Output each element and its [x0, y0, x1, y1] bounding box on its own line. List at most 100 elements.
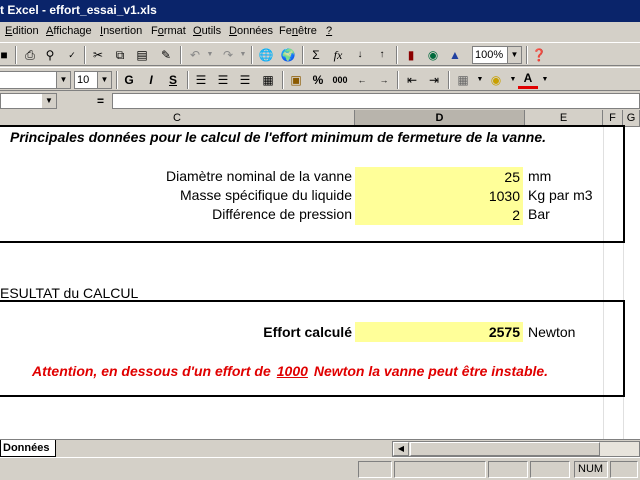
map-icon[interactable]: ◉: [423, 46, 443, 64]
menu-outils[interactable]: Outils: [193, 25, 221, 37]
toolbar-separator: [84, 46, 86, 64]
status-panel: [394, 461, 486, 478]
paste-icon[interactable]: ▤: [132, 46, 152, 64]
menu-fenetre[interactable]: Fenêtre: [279, 25, 317, 37]
input-label: Masse spécifique du liquide: [180, 187, 352, 203]
menu-donnees-post: onnées: [236, 25, 274, 37]
save-icon[interactable]: ■: [0, 46, 14, 64]
sheet-tab-donnees[interactable]: Données: [0, 440, 56, 457]
scroll-left-icon[interactable]: ◀: [393, 442, 409, 456]
menu-donnees[interactable]: Données: [229, 25, 273, 37]
warning-text-after: Newton la vanne peut être instable.: [313, 363, 549, 379]
toolbar-separator: [116, 71, 118, 89]
bold-button[interactable]: G: [119, 71, 139, 89]
cut-icon[interactable]: ✂: [88, 46, 108, 64]
menu-fenetre-pre: Fe: [279, 25, 292, 37]
menu-insertion[interactable]: Insertion: [100, 25, 142, 37]
toolbar-separator: [15, 46, 17, 64]
print-icon[interactable]: ⎙: [20, 46, 40, 64]
italic-button[interactable]: I: [141, 71, 161, 89]
toolbar-separator: [282, 71, 284, 89]
thousands-button[interactable]: 000: [330, 71, 350, 89]
font-size-value: 10: [77, 74, 90, 86]
function-icon[interactable]: fx: [328, 46, 348, 64]
percent-button[interactable]: %: [308, 71, 328, 89]
office-assistant-icon[interactable]: ❓: [529, 46, 549, 64]
name-box[interactable]: ▼: [0, 93, 57, 109]
hyperlink-icon[interactable]: 🌐: [256, 46, 276, 64]
menu-format-post: rmat: [163, 25, 186, 37]
menu-affichage[interactable]: Affichage: [46, 25, 92, 37]
warning-text-before: Attention, en dessous d'un effort de: [32, 363, 271, 379]
result-unit: Newton: [528, 324, 576, 340]
toolbar-separator: [187, 71, 189, 89]
result-section-title: ESULTAT du CALCUL: [0, 285, 139, 301]
toolbar-separator: [251, 46, 253, 64]
input-value-cell[interactable]: 25: [355, 167, 523, 187]
drawing-icon[interactable]: ▲: [445, 46, 465, 64]
chevron-down-icon[interactable]: ▼: [56, 72, 70, 88]
print-preview-icon[interactable]: ⚲: [40, 46, 60, 64]
autosum-icon[interactable]: Σ: [306, 46, 326, 64]
increase-indent-icon[interactable]: ⇥: [424, 71, 444, 89]
increase-decimal-icon[interactable]: ←: [352, 71, 372, 89]
menu-outils-post: utils: [201, 25, 222, 37]
merge-center-icon[interactable]: ▦: [258, 71, 278, 89]
warning-message: Attention, en dessous d'un effort de 1000…: [32, 363, 548, 379]
align-right-icon[interactable]: ☰: [235, 71, 255, 89]
chevron-down-icon[interactable]: ▼: [507, 47, 521, 63]
toolbar-separator: [180, 46, 182, 64]
formula-equals[interactable]: =: [97, 94, 104, 108]
chart-wizard-icon[interactable]: ▮: [401, 46, 421, 64]
menu-edition-post: dition: [12, 25, 39, 37]
input-unit: Kg par m3: [528, 187, 593, 203]
currency-icon[interactable]: ▣: [286, 71, 306, 89]
underline-button[interactable]: S: [163, 71, 183, 89]
web-toolbar-icon[interactable]: 🌍: [278, 46, 298, 64]
copy-icon[interactable]: ⧉: [110, 46, 130, 64]
worksheet[interactable]: Principales données pour le calcul de l'…: [0, 125, 640, 439]
result-label: Effort calculé: [263, 324, 352, 340]
toolbar-separator: [302, 46, 304, 64]
column-header-g[interactable]: G: [623, 110, 640, 127]
menu-edition[interactable]: Edition: [5, 25, 39, 37]
input-value-cell[interactable]: 1030: [355, 186, 523, 206]
zoom-value: 100%: [475, 49, 504, 61]
align-left-icon[interactable]: ☰: [191, 71, 211, 89]
input-unit: Bar: [528, 206, 550, 222]
scroll-thumb[interactable]: [410, 442, 600, 456]
menu-format-pre: F: [151, 25, 158, 37]
undo-dropdown-icon[interactable]: ▼: [200, 46, 220, 64]
redo-dropdown-icon[interactable]: ▼: [233, 46, 253, 64]
status-bar: NUM: [0, 457, 640, 480]
menu-help[interactable]: ?: [326, 25, 332, 37]
standard-toolbar: ■ ⎙ ⚲ ✓ ✂ ⧉ ▤ ✎ ↶ ▼ ↷ ▼ 🌐 🌍 Σ fx ↓ ↑ ▮ ◉…: [0, 42, 640, 66]
zoom-select[interactable]: 100% ▼: [472, 46, 522, 64]
horizontal-scrollbar[interactable]: ◀: [392, 441, 640, 457]
formula-bar: ▼ =: [0, 92, 640, 110]
menu-fenetre-post: être: [297, 25, 317, 37]
font-name-select[interactable]: ▼: [0, 71, 71, 89]
sheet-heading: Principales données pour le calcul de l'…: [10, 129, 546, 145]
decrease-decimal-icon[interactable]: →: [374, 71, 394, 89]
formula-input[interactable]: [112, 93, 640, 109]
input-value-cell[interactable]: 2: [355, 205, 523, 225]
result-value-cell[interactable]: 2575: [355, 322, 523, 342]
chevron-down-icon[interactable]: ▼: [97, 72, 111, 88]
font-size-select[interactable]: 10 ▼: [74, 71, 112, 89]
menu-bar: Edition Affichage Insertion Format Outil…: [0, 22, 640, 42]
sort-ascending-icon[interactable]: ↓: [350, 46, 370, 64]
toolbar-separator: [448, 71, 450, 89]
align-center-icon[interactable]: ☰: [213, 71, 233, 89]
formatting-toolbar: ▼ 10 ▼ G I S ☰ ☰ ☰ ▦ ▣ % 000 ← → ⇤ ⇥ ▦ ▼…: [0, 67, 640, 91]
sort-descending-icon[interactable]: ↑: [372, 46, 392, 64]
spellcheck-icon[interactable]: ✓: [62, 46, 82, 64]
warning-threshold: 1000: [276, 363, 308, 379]
font-color-dropdown-icon[interactable]: ▼: [535, 71, 555, 89]
format-painter-icon[interactable]: ✎: [156, 46, 176, 64]
chevron-down-icon[interactable]: ▼: [42, 94, 56, 108]
input-label: Différence de pression: [212, 206, 352, 222]
decrease-indent-icon[interactable]: ⇤: [402, 71, 422, 89]
input-label: Diamètre nominal de la vanne: [166, 168, 352, 184]
menu-format[interactable]: Format: [151, 25, 186, 37]
